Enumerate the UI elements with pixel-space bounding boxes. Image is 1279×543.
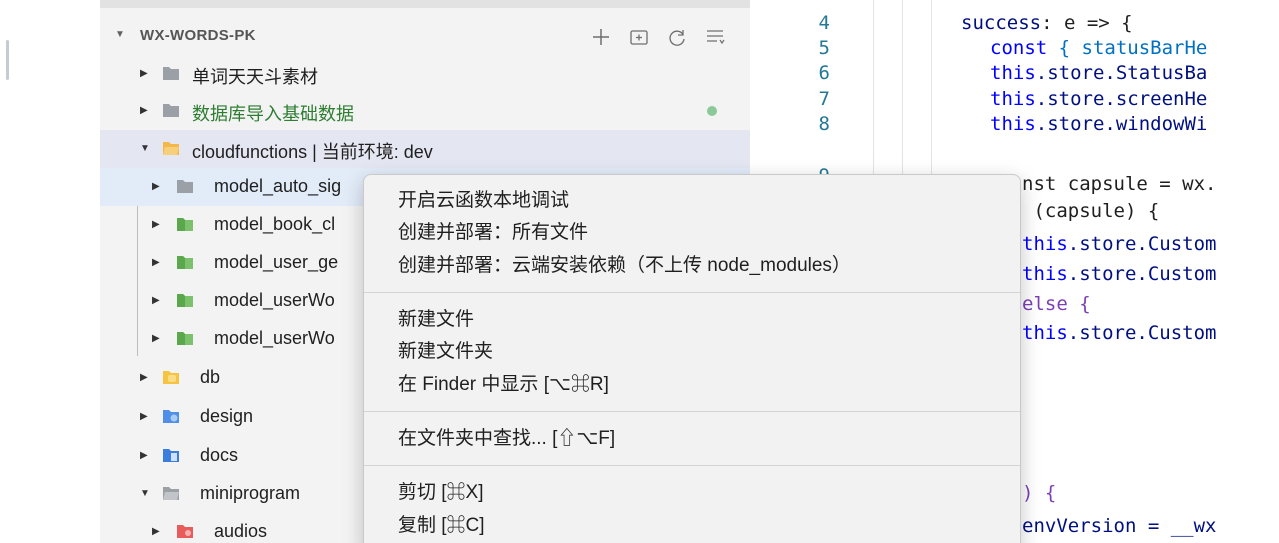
chevron-right-icon[interactable]: ▶ bbox=[152, 181, 160, 192]
folder-docs-icon bbox=[163, 449, 179, 462]
folder-audio-icon bbox=[177, 525, 193, 538]
folder-design-icon bbox=[163, 410, 179, 423]
folder-cloud-icon bbox=[163, 142, 179, 155]
menu-item-deploy-all[interactable]: 创建并部署：所有文件 bbox=[398, 217, 588, 249]
folder-green-icon bbox=[177, 332, 193, 345]
chevron-right-icon[interactable]: ▶ bbox=[140, 372, 148, 383]
code-line: this.store.Custom bbox=[1022, 322, 1217, 344]
line-number: 6 bbox=[818, 62, 830, 84]
code-line: nst capsule = wx. bbox=[1022, 173, 1217, 195]
context-menu: 开启云函数本地调试 创建并部署：所有文件 创建并部署：云端安装依赖（不上传 no… bbox=[363, 174, 1021, 543]
folder-gray-icon bbox=[163, 67, 179, 80]
tree-item-label: model_auto_sig bbox=[214, 176, 342, 196]
gutter-edge bbox=[6, 40, 9, 80]
menu-separator bbox=[364, 411, 1020, 412]
line-number: 5 bbox=[818, 37, 830, 59]
partial-tree-row[interactable] bbox=[100, 0, 750, 8]
line-number: 7 bbox=[818, 88, 830, 110]
modified-dot bbox=[707, 106, 717, 116]
collapse-all-icon[interactable] bbox=[702, 24, 728, 50]
chevron-right-icon[interactable]: ▶ bbox=[140, 68, 148, 79]
menu-item-reveal-finder[interactable]: 在 Finder 中显示 [⌥⌘R] bbox=[398, 369, 609, 401]
tree-item[interactable]: ▶ 数据库导入基础数据 bbox=[100, 92, 750, 130]
chevron-right-icon[interactable]: ▶ bbox=[140, 411, 148, 422]
menu-separator bbox=[364, 465, 1020, 466]
menu-item-deploy-cloud-install[interactable]: 创建并部署：云端安装依赖（不上传 node_modules） bbox=[398, 250, 851, 282]
tree-item-label: docs bbox=[200, 445, 239, 465]
tree-item-label: design bbox=[200, 406, 254, 426]
chevron-down-icon[interactable]: ▼ bbox=[140, 143, 150, 154]
chevron-down-icon[interactable]: ▼ bbox=[115, 29, 125, 40]
menu-separator bbox=[364, 292, 1020, 293]
line-number: 4 bbox=[818, 12, 830, 34]
chevron-right-icon[interactable]: ▶ bbox=[152, 219, 160, 230]
code-line: ) { bbox=[1022, 482, 1057, 504]
folder-green-icon bbox=[177, 218, 193, 231]
chevron-right-icon[interactable]: ▶ bbox=[152, 257, 160, 268]
tree-item-label: audios bbox=[214, 521, 268, 541]
code-line: this.store.Custom bbox=[1022, 263, 1217, 285]
tree-item-label: model_userWo bbox=[214, 290, 335, 310]
code-line: this.store.Custom bbox=[1022, 233, 1217, 255]
plus-icon[interactable] bbox=[588, 24, 614, 50]
code-line: else { bbox=[1022, 293, 1091, 315]
tree-item-label: 单词天天斗素材 bbox=[192, 67, 318, 87]
tree-item-label: miniprogram bbox=[200, 483, 301, 503]
line-number: 8 bbox=[818, 113, 830, 135]
menu-item-find-in-folder[interactable]: 在文件夹中查找... [⇧⌥F] bbox=[398, 423, 615, 455]
chevron-right-icon[interactable]: ▶ bbox=[140, 105, 148, 116]
code-line: this.store.StatusBa bbox=[990, 62, 1208, 84]
menu-item-local-debug[interactable]: 开启云函数本地调试 bbox=[398, 185, 569, 217]
tree-item-label: model_book_cl bbox=[214, 214, 336, 234]
chevron-right-icon[interactable]: ▶ bbox=[152, 295, 160, 306]
tree-item-label: 数据库导入基础数据 bbox=[192, 104, 354, 124]
code-line: success: e => { bbox=[961, 12, 1133, 34]
tree-item-label: db bbox=[200, 367, 221, 387]
section-title: WX-WORDS-PK bbox=[140, 27, 256, 44]
folder-gray-icon bbox=[177, 180, 193, 193]
activity-gutter bbox=[0, 0, 100, 543]
chevron-down-icon[interactable]: ▼ bbox=[140, 488, 150, 499]
folder-green-icon bbox=[177, 294, 193, 307]
menu-item-copy[interactable]: 复制 [⌘C] bbox=[398, 510, 485, 542]
folder-db-icon bbox=[163, 371, 179, 384]
tree-item[interactable]: ▼ cloudfunctions | 当前环境: dev bbox=[100, 130, 750, 168]
tree-item[interactable]: ▶ 单词天天斗素材 bbox=[100, 55, 750, 93]
code-line: this.store.screenHe bbox=[990, 88, 1208, 110]
explorer-section-header[interactable]: ▼ WX-WORDS-PK bbox=[100, 18, 750, 54]
new-folder-icon[interactable] bbox=[626, 24, 652, 50]
code-line: envVersion = __wx bbox=[1022, 515, 1217, 537]
menu-item-cut[interactable]: 剪切 [⌘X] bbox=[398, 477, 484, 509]
tree-item-label: model_user_ge bbox=[214, 252, 339, 272]
folder-gray-icon bbox=[163, 104, 179, 117]
tree-item-label: cloudfunctions | 当前环境: dev bbox=[192, 142, 433, 162]
tree-item-label: model_userWo bbox=[214, 328, 335, 348]
folder-gray-icon bbox=[163, 487, 179, 500]
code-line: this.store.windowWi bbox=[990, 113, 1208, 135]
chevron-right-icon[interactable]: ▶ bbox=[152, 333, 160, 344]
menu-item-new-file[interactable]: 新建文件 bbox=[398, 304, 474, 336]
chevron-right-icon[interactable]: ▶ bbox=[140, 450, 148, 461]
code-line: (capsule) { bbox=[1022, 200, 1160, 222]
chevron-right-icon[interactable]: ▶ bbox=[152, 526, 160, 537]
menu-item-new-folder[interactable]: 新建文件夹 bbox=[398, 336, 493, 368]
refresh-icon[interactable] bbox=[664, 24, 690, 50]
folder-green-icon bbox=[177, 256, 193, 269]
code-line: const { statusBarHe bbox=[990, 37, 1208, 59]
